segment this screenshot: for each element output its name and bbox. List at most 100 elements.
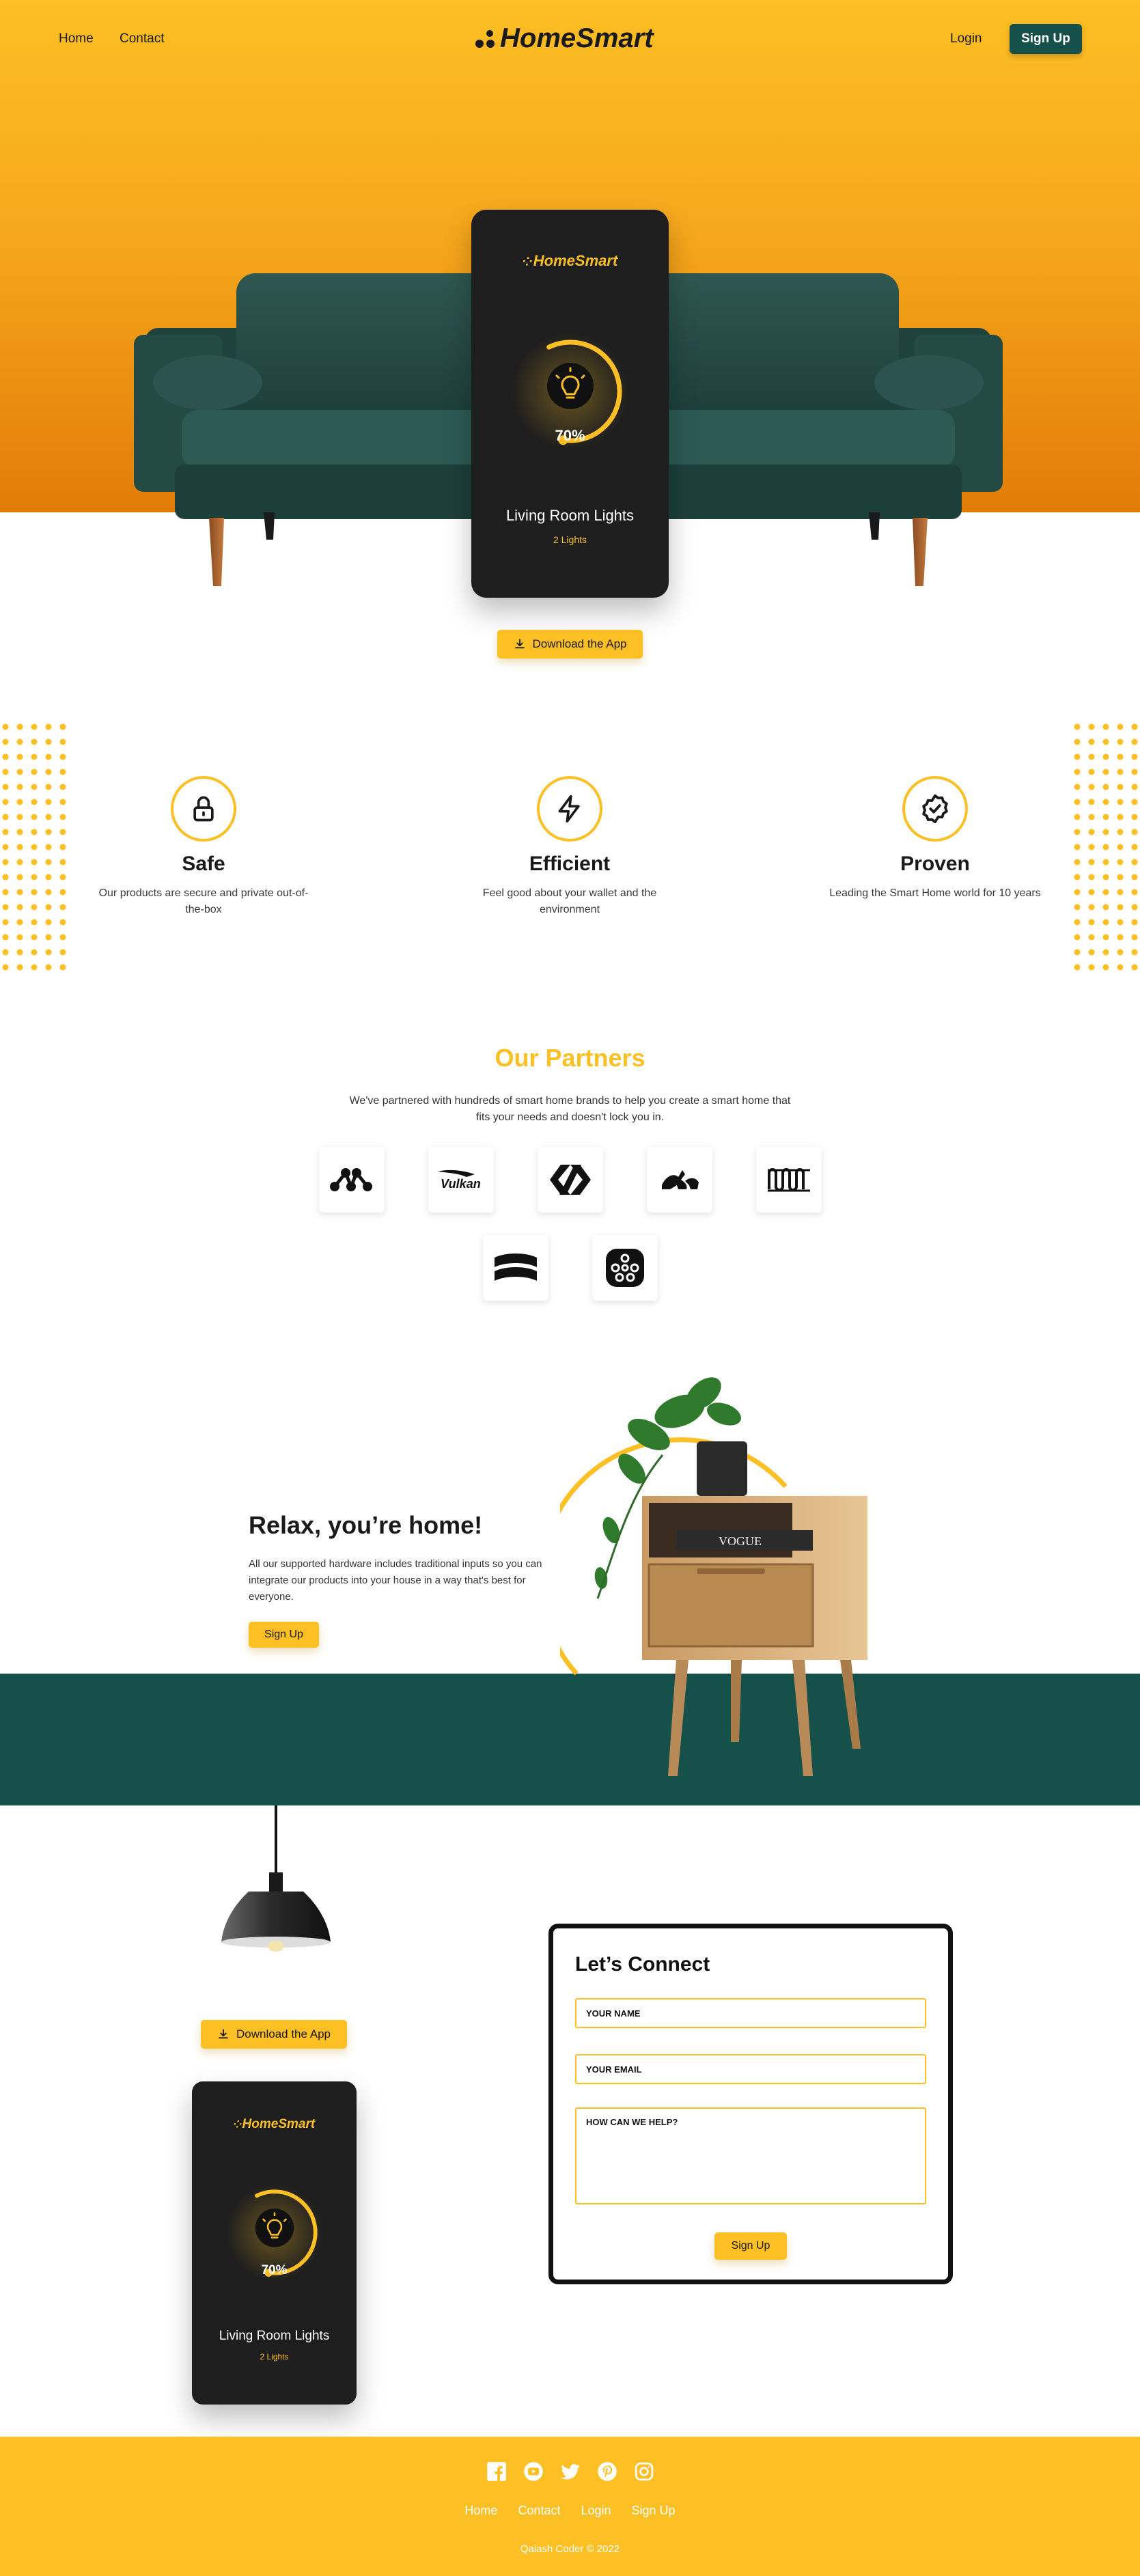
decor-dot (31, 814, 38, 820)
partner-dogs-logo[interactable] (647, 1147, 712, 1213)
connect-light-card[interactable]: ⁘ HomeSmart 70% Living Room Lights 2 Lig… (192, 2081, 357, 2405)
decor-dot (1074, 889, 1081, 896)
footer-link-home[interactable]: Home (464, 2504, 497, 2518)
decor-dot (1131, 859, 1138, 865)
footer-link-login[interactable]: Login (581, 2504, 611, 2518)
brand-logo[interactable]: HomeSmart (475, 23, 654, 54)
partner-wave-logo[interactable] (756, 1147, 822, 1213)
partners-title: Our Partners (495, 1044, 645, 1072)
card-brand: ⁘ HomeSmart (522, 252, 618, 269)
decor-dot (2, 919, 9, 926)
decor-dot (31, 904, 38, 911)
card-title: Living Room Lights (219, 2329, 330, 2343)
decor-dot (31, 964, 38, 971)
partner-vulkan-logo[interactable]: Vulkan (428, 1147, 494, 1213)
form-title: Let’s Connect (575, 1953, 710, 1976)
message-field[interactable] (575, 2107, 926, 2204)
decor-dot (1102, 859, 1109, 865)
nav-login-link[interactable]: Login (950, 31, 982, 46)
decor-dot (1102, 964, 1109, 971)
decor-dot (1131, 738, 1138, 745)
decor-dot (1088, 949, 1095, 956)
youtube-icon[interactable] (523, 2461, 544, 2482)
download-label: Download the App (236, 2027, 331, 2040)
connect-download-button[interactable]: Download the App (201, 2020, 347, 2049)
decor-dot (59, 964, 66, 971)
partner-codepen-logo[interactable] (538, 1147, 603, 1213)
decor-dot (2, 889, 9, 896)
decor-dots-left (2, 723, 66, 971)
email-field[interactable] (575, 2054, 926, 2084)
decor-dot (2, 949, 9, 956)
decor-dot (1074, 859, 1081, 865)
feature-safe: Safe Our products are secure and private… (94, 776, 313, 918)
lock-icon (171, 776, 236, 842)
hero-download-button[interactable]: Download the App (497, 630, 643, 659)
pinterest-icon[interactable] (597, 2461, 617, 2482)
decor-dot (1131, 723, 1138, 730)
decor-dot (45, 859, 52, 865)
decor-dot (16, 844, 23, 850)
decor-dot (16, 768, 23, 775)
decor-dot (1074, 964, 1081, 971)
decor-dot (1102, 723, 1109, 730)
decor-dot (1102, 889, 1109, 896)
name-field[interactable] (575, 1998, 926, 2028)
decor-dot (2, 964, 9, 971)
decor-dot (1102, 799, 1109, 805)
card-subtitle: 2 Lights (553, 534, 587, 545)
card-subtitle: 2 Lights (260, 2352, 289, 2362)
decor-dot (1131, 753, 1138, 760)
logo-dots-icon: ⁘ (233, 2119, 242, 2131)
decor-dot (1074, 799, 1081, 805)
twitter-icon[interactable] (560, 2461, 581, 2482)
nav-signup-button[interactable]: Sign Up (1010, 24, 1082, 54)
decor-dot (31, 889, 38, 896)
partner-hub-logo[interactable] (592, 1235, 658, 1301)
feature-proven: Proven Leading the Smart Home world for … (826, 776, 1044, 902)
decor-dots-right (1074, 723, 1138, 971)
decor-dot (1102, 814, 1109, 820)
decor-dot (1074, 768, 1081, 775)
nav-link-home[interactable]: Home (59, 31, 94, 46)
decor-dot (31, 829, 38, 835)
decor-dot (59, 844, 66, 850)
decor-dot (1117, 874, 1124, 881)
footer-link-signup[interactable]: Sign Up (632, 2504, 676, 2518)
svg-text:VOGUE: VOGUE (719, 1534, 762, 1548)
feature-title: Safe (182, 853, 225, 875)
decor-dot (1131, 799, 1138, 805)
partner-matrix-logo[interactable] (319, 1147, 385, 1213)
footer-link-contact[interactable]: Contact (518, 2504, 560, 2518)
partner-stack-logo[interactable] (483, 1235, 548, 1301)
decor-dot (31, 949, 38, 956)
relax-text: All our supported hardware includes trad… (249, 1558, 542, 1603)
decor-dot (1074, 874, 1081, 881)
decor-dot (1102, 904, 1109, 911)
instagram-icon[interactable] (634, 2461, 654, 2482)
hero-light-card[interactable]: ⁘ HomeSmart 70% Living Room Lights 2 Lig… (471, 210, 669, 598)
relax-signup-button[interactable]: Sign Up (249, 1622, 319, 1648)
decor-dot (1131, 934, 1138, 941)
decor-dot (59, 768, 66, 775)
decor-dot (1088, 964, 1095, 971)
decor-dot (1074, 844, 1081, 850)
decor-dot (1102, 768, 1109, 775)
form-submit-button[interactable]: Sign Up (714, 2232, 787, 2260)
decor-dot (31, 919, 38, 926)
decor-dot (1102, 949, 1109, 956)
facebook-icon[interactable] (486, 2461, 507, 2482)
decor-dot (59, 723, 66, 730)
decor-dot (1074, 784, 1081, 790)
decor-dot (1074, 738, 1081, 745)
decor-dot (16, 964, 23, 971)
decor-dot (45, 949, 52, 956)
decor-dot (1131, 874, 1138, 881)
decor-dot (31, 874, 38, 881)
decor-dot (1074, 829, 1081, 835)
pendant-lamp-image (221, 1805, 331, 1952)
social-links (0, 2461, 1140, 2482)
download-icon (514, 639, 525, 649)
nav-link-contact[interactable]: Contact (120, 31, 164, 46)
lightning-icon (537, 776, 602, 842)
